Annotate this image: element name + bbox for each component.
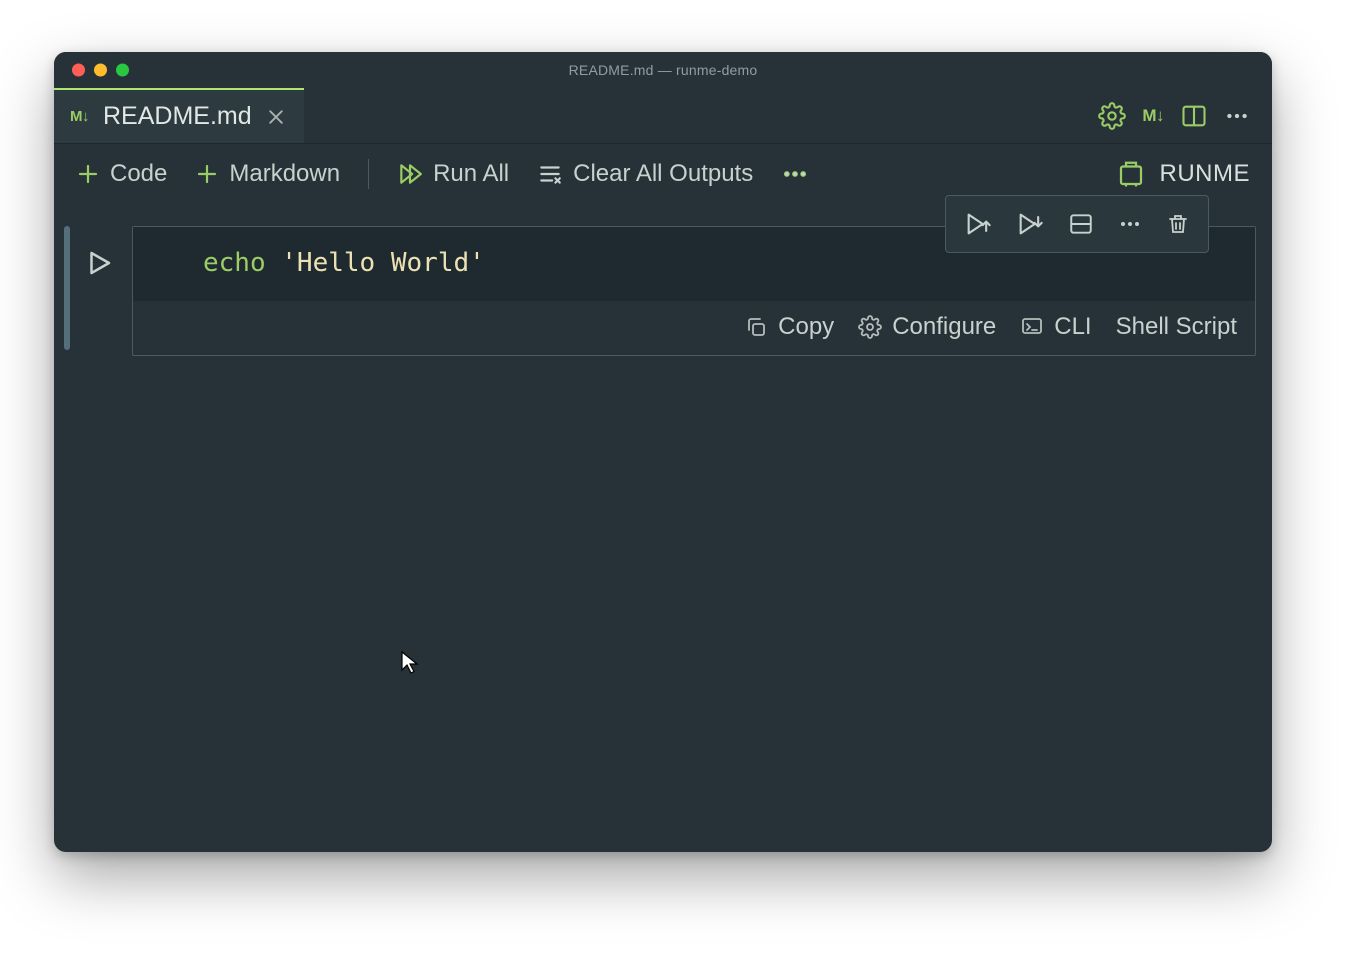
- toolbar-right: RUNME: [1116, 159, 1251, 189]
- copy-button[interactable]: Copy: [744, 313, 834, 341]
- cell-gutter: [64, 226, 70, 350]
- add-markdown-label: Markdown: [229, 160, 340, 188]
- tab-actions: M↓: [1098, 88, 1272, 143]
- cell-area: echo 'Hello World' Copy Configure: [54, 204, 1272, 852]
- cli-button[interactable]: CLI: [1020, 313, 1091, 341]
- markdown-preview-icon[interactable]: M↓: [1142, 106, 1164, 126]
- cli-label: CLI: [1054, 313, 1091, 341]
- code-token-space: [266, 248, 282, 278]
- clear-outputs-button[interactable]: Clear All Outputs: [537, 160, 753, 188]
- run-below-icon[interactable]: [1016, 210, 1044, 238]
- cell-row: echo 'Hello World' Copy Configure: [84, 226, 1256, 356]
- cell-more-icon[interactable]: [1118, 212, 1142, 236]
- run-above-icon[interactable]: [964, 210, 992, 238]
- code-cell[interactable]: echo 'Hello World' Copy Configure: [132, 226, 1256, 356]
- runme-label[interactable]: RUNME: [1160, 160, 1251, 188]
- language-label: Shell Script: [1116, 313, 1237, 341]
- code-token-string: 'Hello World': [281, 248, 485, 278]
- tab-readme[interactable]: M↓ README.md: [54, 88, 304, 143]
- editor-window: README.md — runme-demo M↓ README.md M↓: [54, 52, 1272, 852]
- configure-label: Configure: [892, 313, 996, 341]
- run-cell-button[interactable]: [84, 248, 114, 283]
- copy-label: Copy: [778, 313, 834, 341]
- titlebar: README.md — runme-demo: [54, 52, 1272, 88]
- settings-gear-icon[interactable]: [1098, 102, 1126, 130]
- cell-footer: Copy Configure CLI Shell Scri: [133, 301, 1255, 355]
- toolbar-more-icon[interactable]: [781, 160, 809, 188]
- toolbar-separator: [368, 159, 369, 189]
- close-tab-button[interactable]: [266, 107, 286, 127]
- split-cell-icon[interactable]: [1068, 211, 1094, 237]
- tab-bar: M↓ README.md M↓: [54, 88, 1272, 144]
- traffic-lights: [72, 64, 129, 77]
- more-actions-icon[interactable]: [1224, 103, 1250, 129]
- delete-cell-icon[interactable]: [1166, 212, 1190, 236]
- add-code-label: Code: [110, 160, 167, 188]
- split-editor-icon[interactable]: [1180, 102, 1208, 130]
- tab-label: README.md: [103, 102, 252, 131]
- add-code-button[interactable]: Code: [76, 160, 167, 188]
- markdown-filetype-icon: M↓: [70, 108, 89, 125]
- configure-button[interactable]: Configure: [858, 313, 996, 341]
- minimize-window-button[interactable]: [94, 64, 107, 77]
- run-all-label: Run All: [433, 160, 509, 188]
- add-markdown-button[interactable]: Markdown: [195, 160, 340, 188]
- runme-icon[interactable]: [1116, 159, 1146, 189]
- code-token-command: echo: [203, 248, 266, 278]
- cell-floating-toolbar: [945, 195, 1209, 253]
- run-all-button[interactable]: Run All: [397, 160, 509, 188]
- clear-outputs-label: Clear All Outputs: [573, 160, 753, 188]
- close-window-button[interactable]: [72, 64, 85, 77]
- cursor-icon: [400, 650, 420, 681]
- window-title: README.md — runme-demo: [54, 62, 1272, 78]
- language-selector[interactable]: Shell Script: [1116, 313, 1237, 341]
- maximize-window-button[interactable]: [116, 64, 129, 77]
